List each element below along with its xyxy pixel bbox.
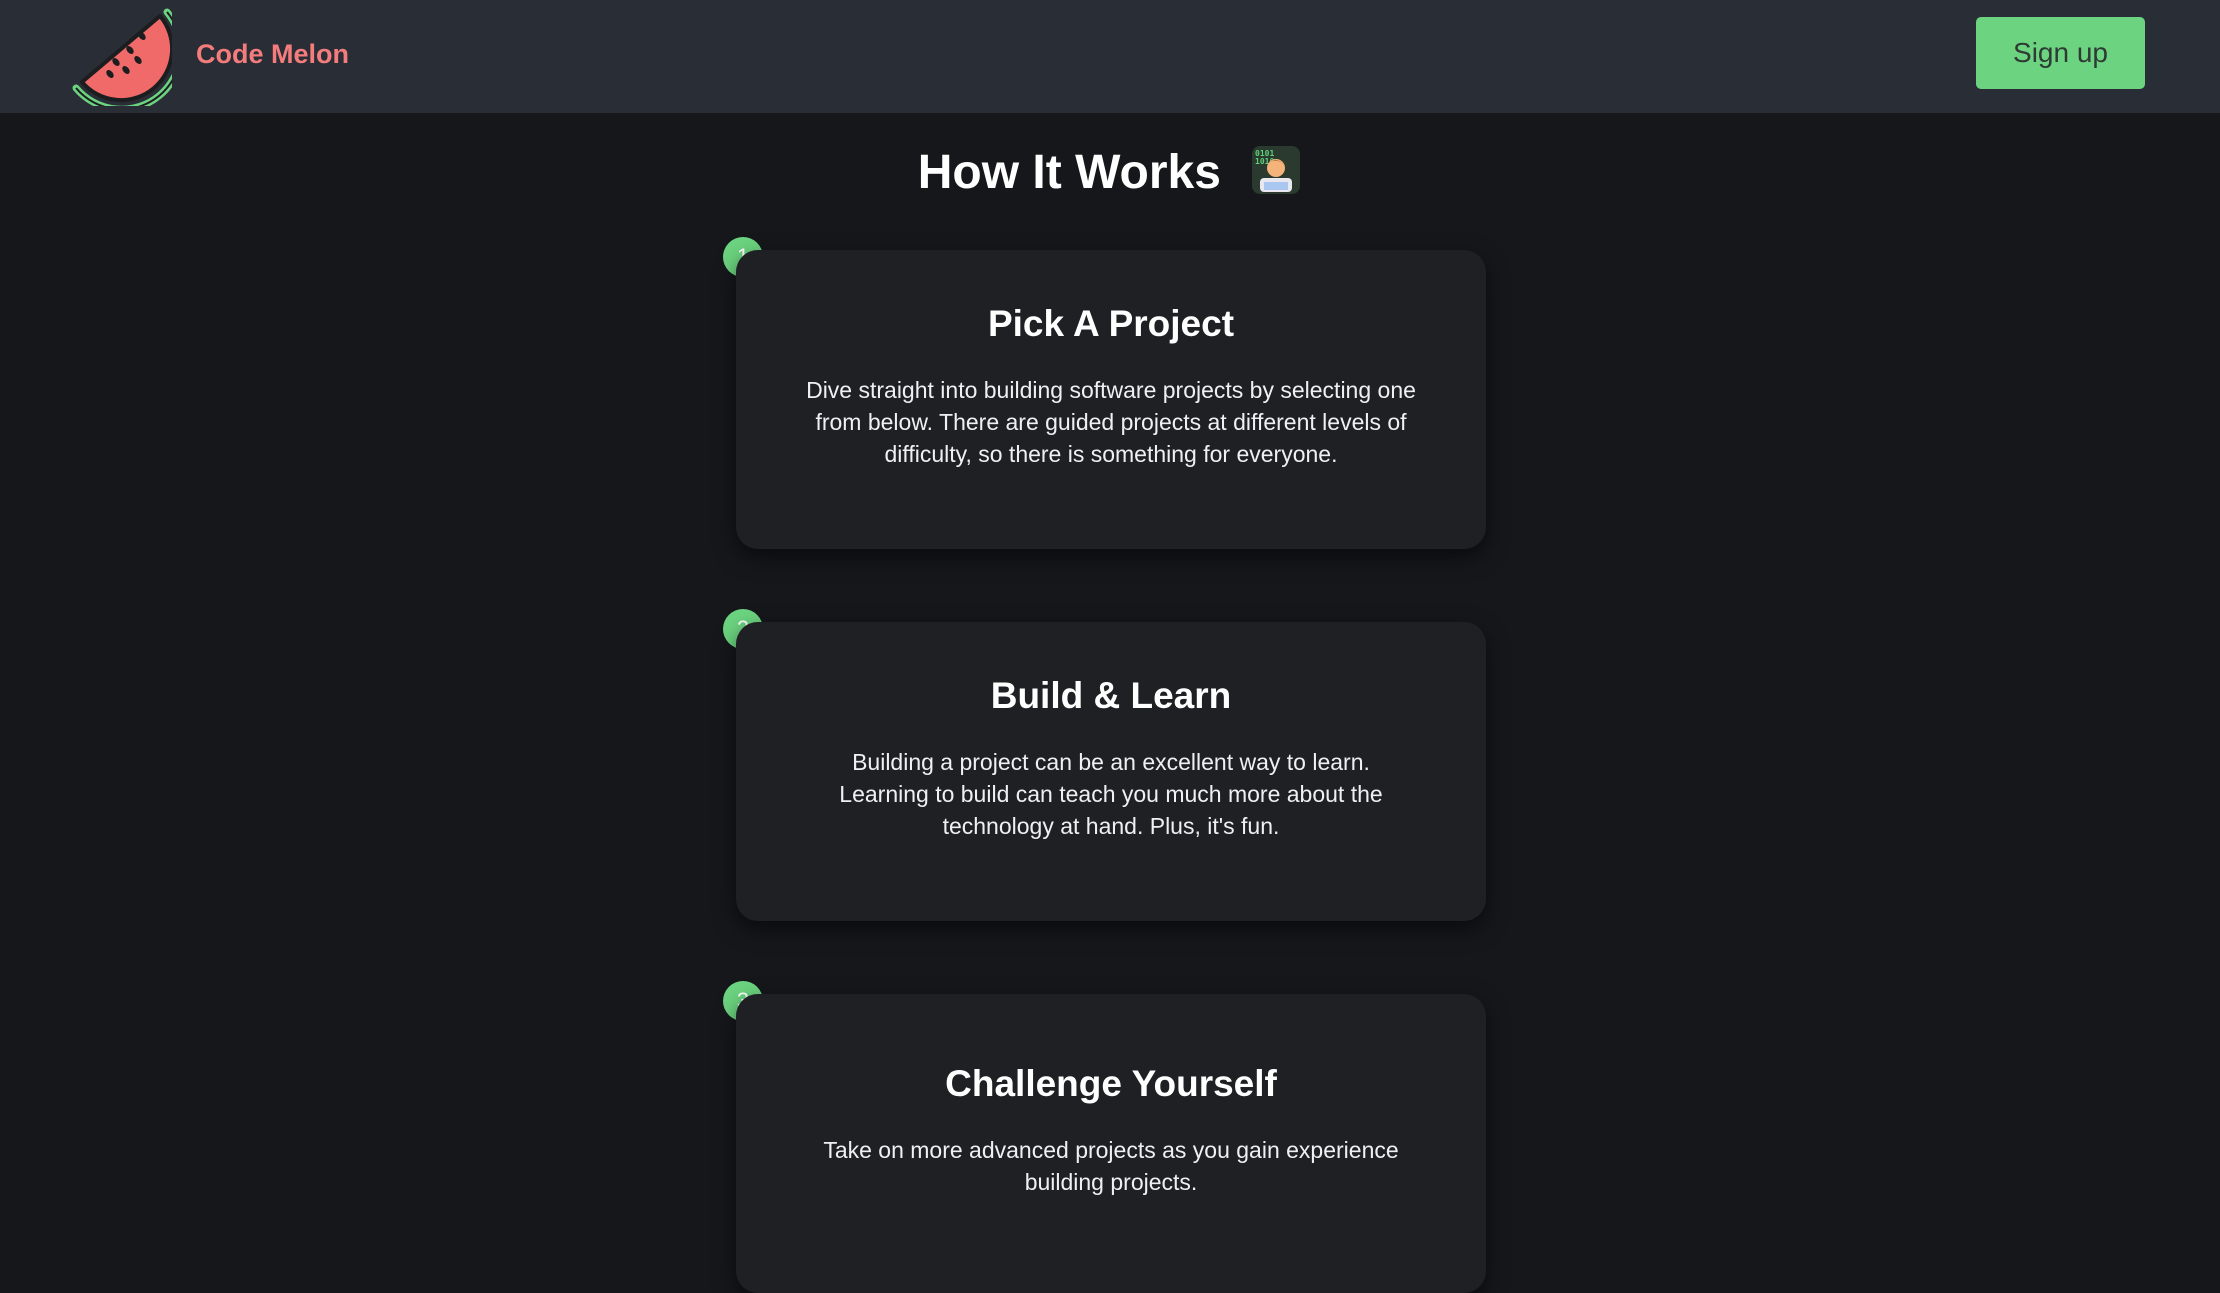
watermelon-icon[interactable] [72, 6, 172, 106]
step-description: Take on more advanced projects as you ga… [823, 1137, 1399, 1195]
step-description: Dive straight into building software pro… [806, 377, 1416, 467]
brand-name[interactable]: Code Melon [196, 36, 349, 72]
page-title-text: How It Works [917, 146, 1221, 199]
step-title: Challenge Yourself [945, 1063, 1277, 1104]
step-card-challenge-yourself: Challenge Yourself Take on more advanced… [736, 994, 1486, 1293]
step-description: Building a project can be an excellent w… [839, 749, 1383, 839]
navbar: Code Melon Sign up [0, 0, 2220, 113]
step-card-pick-project: Pick A Project Dive straight into buildi… [736, 250, 1486, 549]
step-title: Pick A Project [987, 303, 1235, 344]
page-title: How It Works 0101 1010 [0, 138, 2220, 208]
step-card-build-learn: Build & Learn Building a project can be … [736, 622, 1486, 921]
signup-button[interactable]: Sign up [1976, 17, 2145, 89]
step-title: Build & Learn [990, 675, 1232, 716]
technologist-emoji-icon: 0101 1010 [1252, 146, 1301, 194]
